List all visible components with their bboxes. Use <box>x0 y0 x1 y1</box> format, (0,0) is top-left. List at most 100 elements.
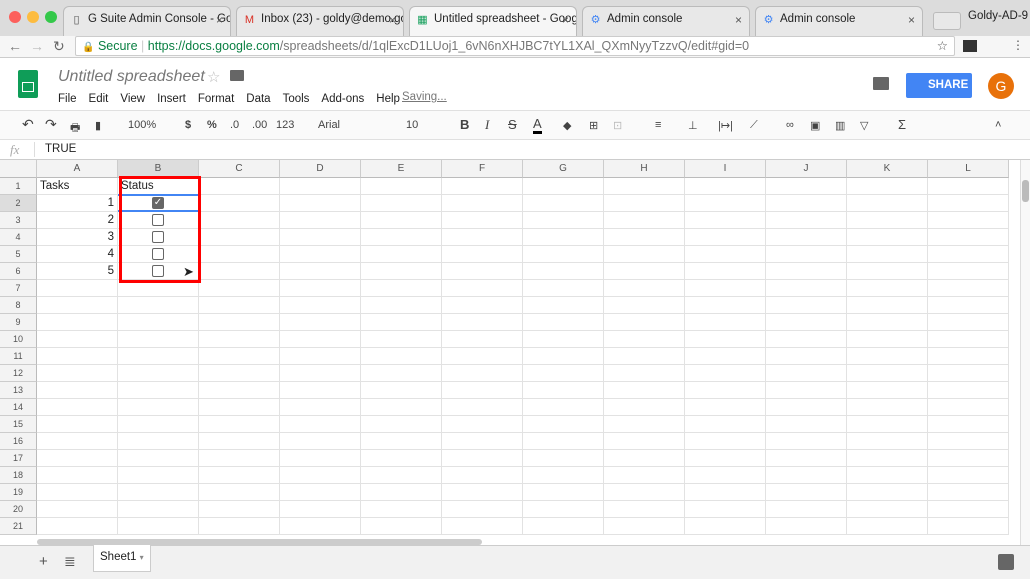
cell-D15[interactable] <box>280 416 361 433</box>
cell-G16[interactable] <box>523 433 604 450</box>
row-header-5[interactable]: 5 <box>0 246 37 263</box>
cell-H19[interactable] <box>604 484 685 501</box>
maximize-window-button[interactable] <box>45 11 57 23</box>
sheet-tab[interactable]: Sheet1 ▾ <box>93 545 151 572</box>
cell-F14[interactable] <box>442 399 523 416</box>
cell-D19[interactable] <box>280 484 361 501</box>
cell-I21[interactable] <box>685 518 766 535</box>
cell-J10[interactable] <box>766 331 847 348</box>
cell-C21[interactable] <box>199 518 280 535</box>
cell-I3[interactable] <box>685 212 766 229</box>
cell-H11[interactable] <box>604 348 685 365</box>
cell-B12[interactable] <box>118 365 199 382</box>
cell-F21[interactable] <box>442 518 523 535</box>
menu-add-ons[interactable]: Add-ons <box>321 93 364 105</box>
cell-J15[interactable] <box>766 416 847 433</box>
bold-button[interactable]: B <box>460 117 469 132</box>
browser-tab[interactable]: ▦ Untitled spreadsheet - Goog × <box>409 6 577 36</box>
cell-A3[interactable]: 2 <box>37 212 118 229</box>
cell-E17[interactable] <box>361 450 442 467</box>
row-header-13[interactable]: 13 <box>0 382 37 399</box>
cell-L6[interactable] <box>928 263 1009 280</box>
cell-E6[interactable] <box>361 263 442 280</box>
cell-G13[interactable] <box>523 382 604 399</box>
cell-A16[interactable] <box>37 433 118 450</box>
cell-K14[interactable] <box>847 399 928 416</box>
cell-K4[interactable] <box>847 229 928 246</box>
cell-G19[interactable] <box>523 484 604 501</box>
close-tab-icon[interactable]: × <box>735 13 742 27</box>
back-icon[interactable]: ← <box>8 38 22 54</box>
cell-G8[interactable] <box>523 297 604 314</box>
new-tab-button[interactable] <box>933 12 961 30</box>
cell-F13[interactable] <box>442 382 523 399</box>
star-icon[interactable]: ☆ <box>207 68 220 86</box>
close-tab-icon[interactable]: × <box>908 13 915 27</box>
cell-J17[interactable] <box>766 450 847 467</box>
cell-C19[interactable] <box>199 484 280 501</box>
cell-D12[interactable] <box>280 365 361 382</box>
row-header-11[interactable]: 11 <box>0 348 37 365</box>
undo-icon[interactable]: ↶ <box>22 116 34 133</box>
cell-K18[interactable] <box>847 467 928 484</box>
cell-J9[interactable] <box>766 314 847 331</box>
cell-B9[interactable] <box>118 314 199 331</box>
cell-C4[interactable] <box>199 229 280 246</box>
cell-B14[interactable] <box>118 399 199 416</box>
cell-E14[interactable] <box>361 399 442 416</box>
cell-F10[interactable] <box>442 331 523 348</box>
bookmark-star-icon[interactable]: ☆ <box>937 38 948 53</box>
cell-C5[interactable] <box>199 246 280 263</box>
browser-tab[interactable]: M Inbox (23) - goldy@demo.go × <box>236 6 404 36</box>
cell-E1[interactable] <box>361 178 442 195</box>
row-header-18[interactable]: 18 <box>0 467 37 484</box>
cell-H14[interactable] <box>604 399 685 416</box>
font-select[interactable]: Arial <box>318 119 340 131</box>
cell-J12[interactable] <box>766 365 847 382</box>
italic-button[interactable]: I <box>485 117 489 133</box>
cell-K3[interactable] <box>847 212 928 229</box>
cell-H1[interactable] <box>604 178 685 195</box>
cell-L5[interactable] <box>928 246 1009 263</box>
column-header-E[interactable]: E <box>361 160 442 178</box>
text-wrap-icon[interactable]: |↦| <box>718 119 733 132</box>
cell-A17[interactable] <box>37 450 118 467</box>
cell-E10[interactable] <box>361 331 442 348</box>
cell-E21[interactable] <box>361 518 442 535</box>
cell-D21[interactable] <box>280 518 361 535</box>
cell-J1[interactable] <box>766 178 847 195</box>
cell-F8[interactable] <box>442 297 523 314</box>
cell-E4[interactable] <box>361 229 442 246</box>
cell-D18[interactable] <box>280 467 361 484</box>
close-tab-icon[interactable]: × <box>389 13 396 27</box>
cell-H8[interactable] <box>604 297 685 314</box>
cell-G18[interactable] <box>523 467 604 484</box>
cell-J18[interactable] <box>766 467 847 484</box>
browser-menu-icon[interactable]: ⋮ <box>1012 38 1024 52</box>
cell-J2[interactable] <box>766 195 847 212</box>
cell-A7[interactable] <box>37 280 118 297</box>
align-horizontal-icon[interactable]: ≡ <box>655 119 661 131</box>
redo-icon[interactable]: ↷ <box>45 116 57 133</box>
column-header-F[interactable]: F <box>442 160 523 178</box>
cell-G11[interactable] <box>523 348 604 365</box>
cell-B13[interactable] <box>118 382 199 399</box>
column-header-L[interactable]: L <box>928 160 1009 178</box>
cell-D11[interactable] <box>280 348 361 365</box>
cell-D8[interactable] <box>280 297 361 314</box>
cell-J6[interactable] <box>766 263 847 280</box>
forward-icon[interactable]: → <box>30 38 44 54</box>
cell-H13[interactable] <box>604 382 685 399</box>
cell-A21[interactable] <box>37 518 118 535</box>
cell-F15[interactable] <box>442 416 523 433</box>
menu-tools[interactable]: Tools <box>283 93 310 105</box>
cell-E15[interactable] <box>361 416 442 433</box>
menu-file[interactable]: File <box>58 93 77 105</box>
text-color-button[interactable]: A <box>533 116 542 134</box>
menu-view[interactable]: View <box>120 93 145 105</box>
cell-K12[interactable] <box>847 365 928 382</box>
cell-C10[interactable] <box>199 331 280 348</box>
row-header-1[interactable]: 1 <box>0 178 37 195</box>
row-header-16[interactable]: 16 <box>0 433 37 450</box>
cell-L3[interactable] <box>928 212 1009 229</box>
